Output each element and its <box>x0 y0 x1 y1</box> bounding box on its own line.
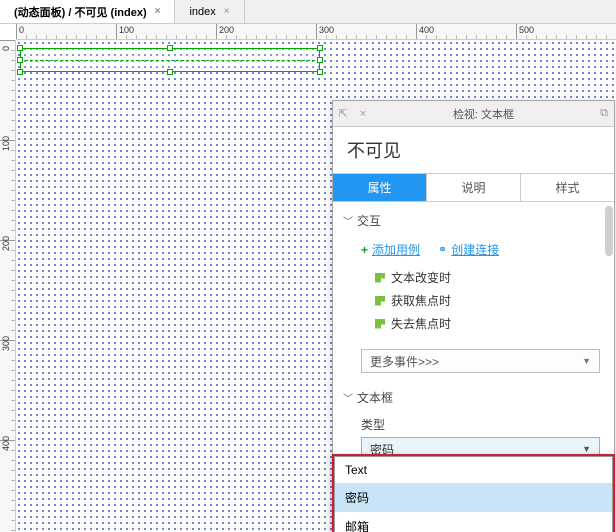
chevron-down-icon: ▼ <box>582 356 591 366</box>
type-field-label: 类型 <box>333 410 614 437</box>
link-icon: ⚭ <box>438 243 447 256</box>
tab-dynamic-panel[interactable]: (动态面板) / 不可见 (index) × <box>0 0 175 23</box>
event-list: 文本改变时 获取焦点时 失去焦点时 <box>333 262 614 343</box>
event-label: 获取焦点时 <box>391 292 451 309</box>
ruler-vertical: 0100200300400 <box>0 40 16 532</box>
resize-handle[interactable] <box>17 69 23 75</box>
resize-handle[interactable] <box>317 69 323 75</box>
document-tabs: (动态面板) / 不可见 (index) × index × <box>0 0 616 24</box>
section-label: 交互 <box>357 212 381 229</box>
close-icon[interactable]: × <box>224 6 230 17</box>
close-icon[interactable]: × <box>155 6 161 17</box>
section-interaction[interactable]: ﹀ 交互 <box>333 208 614 233</box>
section-textbox[interactable]: ﹀ 文本框 <box>333 385 614 410</box>
tab-style[interactable]: 样式 <box>521 174 614 201</box>
resize-handle[interactable] <box>167 69 173 75</box>
tab-description[interactable]: 说明 <box>427 174 521 201</box>
element-name-field[interactable]: 不可见 <box>333 127 614 174</box>
resize-handle[interactable] <box>317 45 323 51</box>
scrollbar-thumb[interactable] <box>605 206 613 256</box>
event-focus[interactable]: 获取焦点时 <box>375 289 614 312</box>
add-case-link[interactable]: + 添加用例 <box>361 241 420 258</box>
link-label: 创建连接 <box>451 241 499 258</box>
create-link[interactable]: ⚭ 创建连接 <box>438 241 499 258</box>
close-icon[interactable]: × <box>353 108 373 120</box>
undock-icon[interactable]: ⧉ <box>594 107 614 120</box>
resize-handle[interactable] <box>317 57 323 63</box>
resize-handle[interactable] <box>17 45 23 51</box>
plus-icon: + <box>361 243 368 257</box>
event-icon <box>375 273 385 283</box>
dropdown-option-email[interactable]: 邮箱 <box>335 512 612 532</box>
widget-divider <box>25 60 315 61</box>
event-label: 文本改变时 <box>391 269 451 286</box>
tab-properties[interactable]: 属性 <box>333 174 427 201</box>
pin-icon[interactable]: ⇱ <box>333 107 353 120</box>
ruler-horizontal: 0100200300400500 <box>16 24 616 40</box>
tab-label: index <box>189 6 215 18</box>
inspector-header: ⇱ × 检视: 文本框 ⧉ <box>333 101 614 127</box>
resize-handle[interactable] <box>17 57 23 63</box>
event-icon <box>375 319 385 329</box>
link-label: 添加用例 <box>372 241 420 258</box>
type-dropdown: Text 密码 邮箱 Number <box>332 454 615 532</box>
selected-widget[interactable] <box>20 48 320 72</box>
event-icon <box>375 296 385 306</box>
tab-index[interactable]: index × <box>175 0 244 23</box>
section-label: 文本框 <box>357 389 393 406</box>
chevron-down-icon: ▼ <box>582 444 591 454</box>
chevron-down-icon: ﹀ <box>343 390 353 405</box>
more-events-label: 更多事件>>> <box>370 353 439 370</box>
chevron-down-icon: ﹀ <box>343 213 353 228</box>
tab-label: (动态面板) / 不可见 (index) <box>14 4 147 20</box>
resize-handle[interactable] <box>167 45 173 51</box>
inspector-tabs: 属性 说明 样式 <box>333 174 614 202</box>
event-blur[interactable]: 失去焦点时 <box>375 312 614 335</box>
inspector-title: 检视: 文本框 <box>373 106 594 122</box>
event-text-change[interactable]: 文本改变时 <box>375 266 614 289</box>
dropdown-option-text[interactable]: Text <box>335 457 612 483</box>
more-events-dropdown[interactable]: 更多事件>>> ▼ <box>361 349 600 373</box>
event-label: 失去焦点时 <box>391 315 451 332</box>
dropdown-option-password[interactable]: 密码 <box>335 483 612 512</box>
